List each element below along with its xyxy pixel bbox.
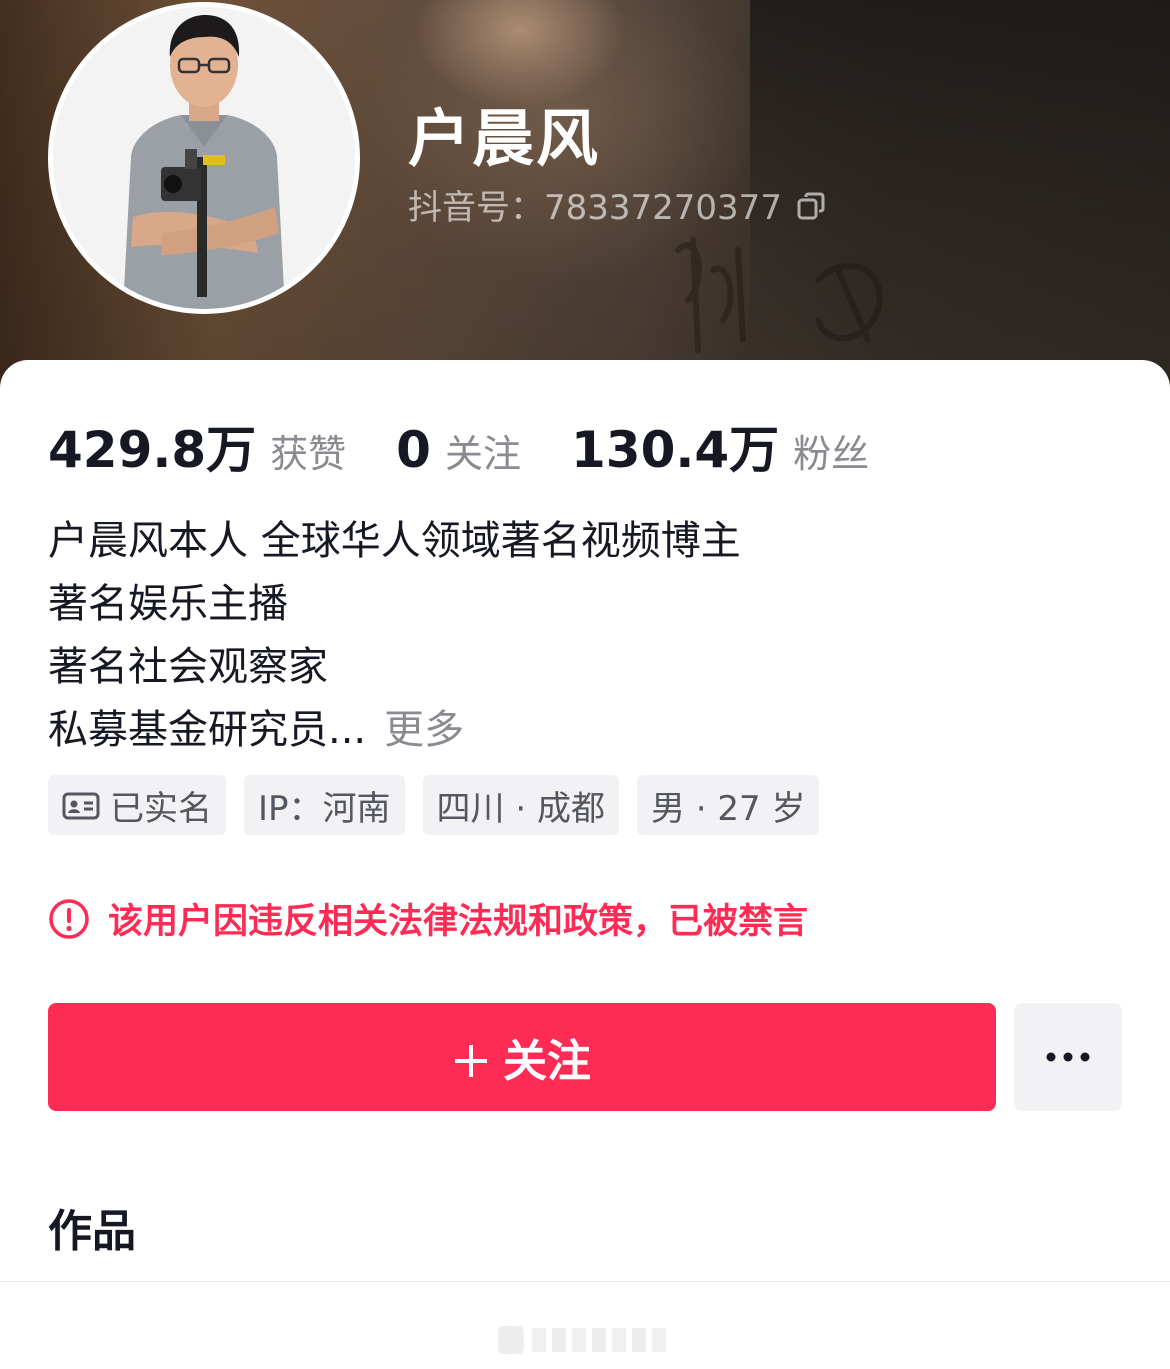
- copy-icon[interactable]: [796, 190, 826, 220]
- profile-page: 户晨风 抖音号：78337270377 429.8万 获赞 0 关注 130.4…: [0, 0, 1170, 1369]
- stat-following[interactable]: 0 关注: [396, 421, 521, 479]
- bio-line: 著名社会观察家: [48, 644, 328, 690]
- bio-more-link[interactable]: 更多: [384, 707, 464, 753]
- avatar-person-image: [53, 7, 355, 309]
- tab-works[interactable]: 作品: [48, 1195, 136, 1259]
- bio-line-text: 私募基金研究员...: [48, 707, 367, 753]
- avatar[interactable]: [48, 2, 360, 314]
- ban-notice: 该用户因违反相关法律法规和政策，已被禁言: [48, 893, 808, 944]
- exclamation-circle-icon: [48, 898, 90, 940]
- stat-value: 130.4万: [570, 421, 780, 479]
- stat-label: 获赞: [270, 432, 347, 476]
- ban-notice-text: 该用户因违反相关法律法规和政策，已被禁言: [108, 902, 809, 942]
- plus-icon: [453, 1039, 489, 1077]
- stat-label: 关注: [444, 432, 521, 476]
- watermark-logo: [498, 1326, 666, 1354]
- stats-row: 429.8万 获赞 0 关注 130.4万 粉丝: [48, 410, 869, 479]
- tag-location: 四川 · 成都: [422, 775, 619, 835]
- douyin-id[interactable]: 抖音号：78337270377: [408, 180, 826, 229]
- bio-line: 户晨风本人 全球华人领域著名视频博主: [48, 518, 741, 564]
- bio-line-last: 私募基金研究员... 更多: [48, 699, 741, 762]
- stat-value: 429.8万: [48, 421, 257, 479]
- follow-button-label: 关注: [503, 1036, 591, 1087]
- stat-followers[interactable]: 130.4万 粉丝: [571, 410, 869, 482]
- more-button[interactable]: [1014, 1003, 1122, 1111]
- tags-row: 已实名 IP：河南 四川 · 成都 男 · 27 岁: [48, 775, 837, 835]
- douyin-id-text: 抖音号：78337270377: [408, 188, 782, 228]
- nickname: 户晨风: [408, 102, 601, 175]
- stat-label: 粉丝: [793, 432, 870, 476]
- tag-verified: 已实名: [48, 775, 226, 835]
- stat-likes[interactable]: 429.8万 获赞: [48, 410, 346, 482]
- bio-line: 著名娱乐主播: [48, 581, 288, 627]
- tab-divider: [0, 1281, 1170, 1282]
- follow-button[interactable]: 关注: [48, 1003, 996, 1111]
- tag-ip: IP：河南: [244, 775, 405, 835]
- id-card-icon: [62, 790, 100, 820]
- bio: 户晨风本人 全球华人领域著名视频博主 著名娱乐主播 著名社会观察家 私募基金研究…: [48, 510, 741, 762]
- ellipsis-icon: [1046, 1052, 1090, 1062]
- tag-verified-label: 已实名: [110, 788, 212, 829]
- tag-gender-age: 男 · 27 岁: [636, 775, 820, 835]
- stat-value: 0: [396, 421, 431, 479]
